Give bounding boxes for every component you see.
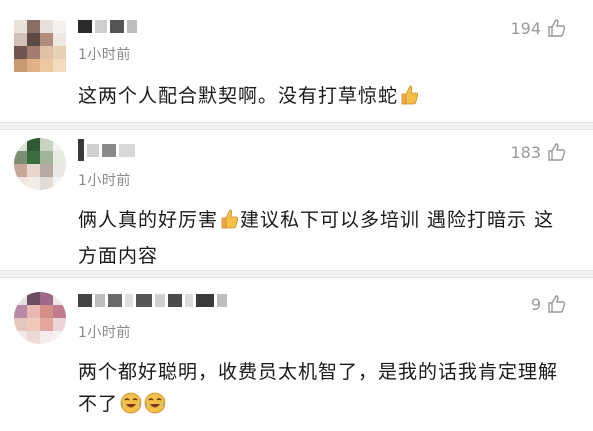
like-count: 9 (530, 294, 541, 314)
thumbs-up-emoji-icon (220, 208, 240, 240)
avatar[interactable] (14, 20, 66, 72)
like-button[interactable]: 9 (531, 294, 567, 314)
comment-text: 两个都好聪明，收费员太机智了，是我的话我肯定理解不了 (78, 356, 573, 424)
like-button[interactable]: 194 (510, 18, 567, 38)
thumbs-up-emoji-icon (400, 84, 420, 116)
thumbs-up-outline-icon (548, 295, 566, 313)
like-count: 183 (510, 142, 541, 162)
avatar[interactable] (14, 138, 66, 190)
thumbs-up-outline-icon (548, 19, 566, 37)
laughing-crying-emoji-icon (144, 392, 166, 424)
username-redacted[interactable] (78, 139, 135, 161)
divider (0, 270, 593, 278)
comment-time: 1小时前 (78, 325, 131, 341)
like-count: 194 (510, 18, 541, 38)
comment-time: 1小时前 (78, 173, 131, 189)
comment-item: 1小时前 9 两个都好聪明，收费员太机智了，是我的话我肯定理解不了 (0, 278, 593, 431)
thumbs-up-outline-icon (548, 143, 566, 161)
comment-item: 1小时前 194 这两个人配合默契啊。没有打草惊蛇 (0, 0, 593, 122)
username-redacted[interactable] (78, 18, 137, 34)
comment-text: 这两个人配合默契啊。没有打草惊蛇 (78, 80, 573, 116)
comment-item: 1小时前 183 俩人真的好厉害 建议私下可以多培训 遇险打暗示 这方面内容 (0, 130, 593, 270)
comment-time: 1小时前 (78, 47, 131, 63)
comment-text: 俩人真的好厉害 建议私下可以多培训 遇险打暗示 这方面内容 (78, 208, 555, 267)
like-button[interactable]: 183 (510, 142, 567, 162)
laughing-crying-emoji-icon (120, 392, 142, 424)
divider (0, 122, 593, 130)
avatar[interactable] (14, 292, 66, 344)
username-redacted[interactable] (78, 292, 227, 308)
